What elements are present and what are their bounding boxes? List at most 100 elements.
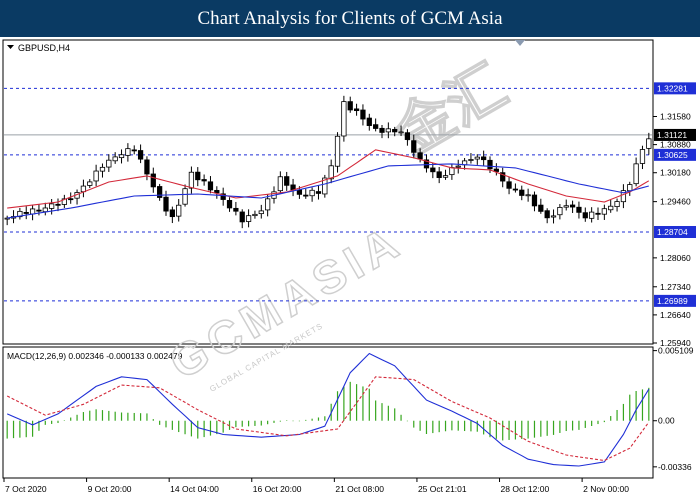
price-tick-label: 1.26640 xyxy=(660,310,691,320)
candle-body xyxy=(68,198,74,201)
macd-histogram-bar xyxy=(591,420,593,426)
macd-histogram-bar xyxy=(463,420,466,432)
macd-histogram-bar xyxy=(381,403,383,421)
candle-body xyxy=(557,207,563,216)
macd-histogram-bar xyxy=(514,420,517,440)
macd-histogram-bar xyxy=(31,420,34,437)
time-tick-label: 7 Oct 2020 xyxy=(5,484,47,494)
macd-histogram-bar xyxy=(521,420,523,440)
level-price-label: 1.26989 xyxy=(657,296,688,306)
candle-body xyxy=(188,171,195,189)
candle-body xyxy=(169,209,175,218)
macd-histogram-bar xyxy=(127,412,129,421)
candle-body xyxy=(341,101,347,137)
candle-body xyxy=(315,191,322,194)
chart-area: GBPUSD,H4 MACD(12,26,9) 0.002346 -0.0001… xyxy=(0,37,700,500)
current-price-label: 1.31121 xyxy=(657,130,687,140)
candle-body xyxy=(550,215,557,218)
time-tick-label: 25 Oct 21:01 xyxy=(418,484,467,494)
macd-histogram-bar xyxy=(241,420,243,427)
candle-body xyxy=(404,132,411,140)
candle-body xyxy=(392,129,398,133)
macd-histogram-bar xyxy=(298,420,301,422)
macd-histogram-bar xyxy=(584,420,586,428)
macd-histogram-bar xyxy=(260,420,262,426)
candle-body xyxy=(398,131,404,134)
macd-histogram-bar xyxy=(470,420,472,432)
candle-body xyxy=(614,201,620,207)
macd-histogram-bar xyxy=(457,420,459,431)
macd-histogram-bar xyxy=(483,420,485,435)
macd-histogram-bar xyxy=(171,420,173,430)
macd-histogram-bar xyxy=(114,411,116,421)
candle-body xyxy=(506,181,512,189)
candle-body xyxy=(258,210,264,215)
macd-histogram-bar xyxy=(279,420,281,422)
macd-histogram-bar xyxy=(578,420,580,430)
candle-body xyxy=(137,150,144,160)
candle-body xyxy=(87,181,93,186)
macd-tick-label: 0.005109 xyxy=(658,346,694,356)
candle-body xyxy=(468,159,474,161)
macd-histogram-bar xyxy=(19,420,21,438)
macd-histogram-bar xyxy=(254,420,256,426)
candle-body xyxy=(347,101,353,111)
chart-title: Chart Analysis for Clients of GCM Asia xyxy=(197,7,503,29)
macd-histogram-bar xyxy=(70,417,72,421)
candle-body xyxy=(284,176,290,186)
candle-body xyxy=(36,209,42,212)
candle-body xyxy=(118,154,125,159)
price-tick-label: 1.29460 xyxy=(660,197,691,207)
macd-histogram-bar xyxy=(349,381,351,421)
macd-histogram-bar xyxy=(622,403,625,421)
candle-body xyxy=(99,166,106,172)
candle-body xyxy=(303,194,309,197)
macd-histogram-bar xyxy=(635,391,637,421)
macd-histogram-bar xyxy=(267,420,269,425)
macd-histogram-bar xyxy=(152,419,154,421)
time-tick-label: 14 Oct 04:00 xyxy=(170,484,219,494)
candle-body xyxy=(49,203,55,209)
candle-body xyxy=(589,211,595,219)
macd-histogram-bar xyxy=(101,410,104,421)
candle-body xyxy=(576,206,582,213)
price-tick-label: 1.30180 xyxy=(660,168,691,178)
candle-body xyxy=(265,198,271,211)
macd-histogram-bar xyxy=(317,417,320,421)
candle-body xyxy=(112,156,118,162)
candle-body xyxy=(512,188,519,191)
candle-body xyxy=(360,109,366,120)
candle-body xyxy=(252,213,258,217)
candle-body xyxy=(633,163,639,185)
macd-histogram-bar xyxy=(190,420,193,437)
macd-histogram-bar xyxy=(476,420,478,432)
candle-body xyxy=(430,167,436,173)
level-price-label: 1.28704 xyxy=(657,227,688,237)
candle-body xyxy=(93,170,99,182)
macd-histogram-bar xyxy=(25,420,27,438)
candle-body xyxy=(245,215,252,222)
level-price-label: 1.32281 xyxy=(657,83,688,93)
macd-histogram-bar xyxy=(184,420,186,435)
time-tick-label: 9 Oct 20:00 xyxy=(88,484,132,494)
candle-body xyxy=(627,184,633,192)
candle-body xyxy=(481,156,487,161)
time-tick-label: 16 Oct 20:00 xyxy=(253,484,302,494)
macd-histogram-bar xyxy=(648,387,650,421)
candle-body xyxy=(214,189,220,194)
candle-body xyxy=(353,108,360,112)
candle-body xyxy=(23,212,29,214)
macd-histogram-bar xyxy=(451,420,453,431)
macd-histogram-bar xyxy=(495,420,497,439)
macd-histogram-bar xyxy=(616,409,618,421)
candle-body xyxy=(182,188,188,205)
macd-histogram-bar xyxy=(629,394,631,421)
macd-histogram-bar xyxy=(178,420,180,433)
candle-body xyxy=(144,159,150,175)
macd-histogram-bar xyxy=(6,420,8,439)
macd-histogram-bar xyxy=(387,405,389,421)
candle-body xyxy=(157,186,163,198)
price-tick-label: 1.31580 xyxy=(660,112,691,122)
macd-histogram-bar xyxy=(438,420,440,433)
macd-histogram-bar xyxy=(502,420,504,441)
